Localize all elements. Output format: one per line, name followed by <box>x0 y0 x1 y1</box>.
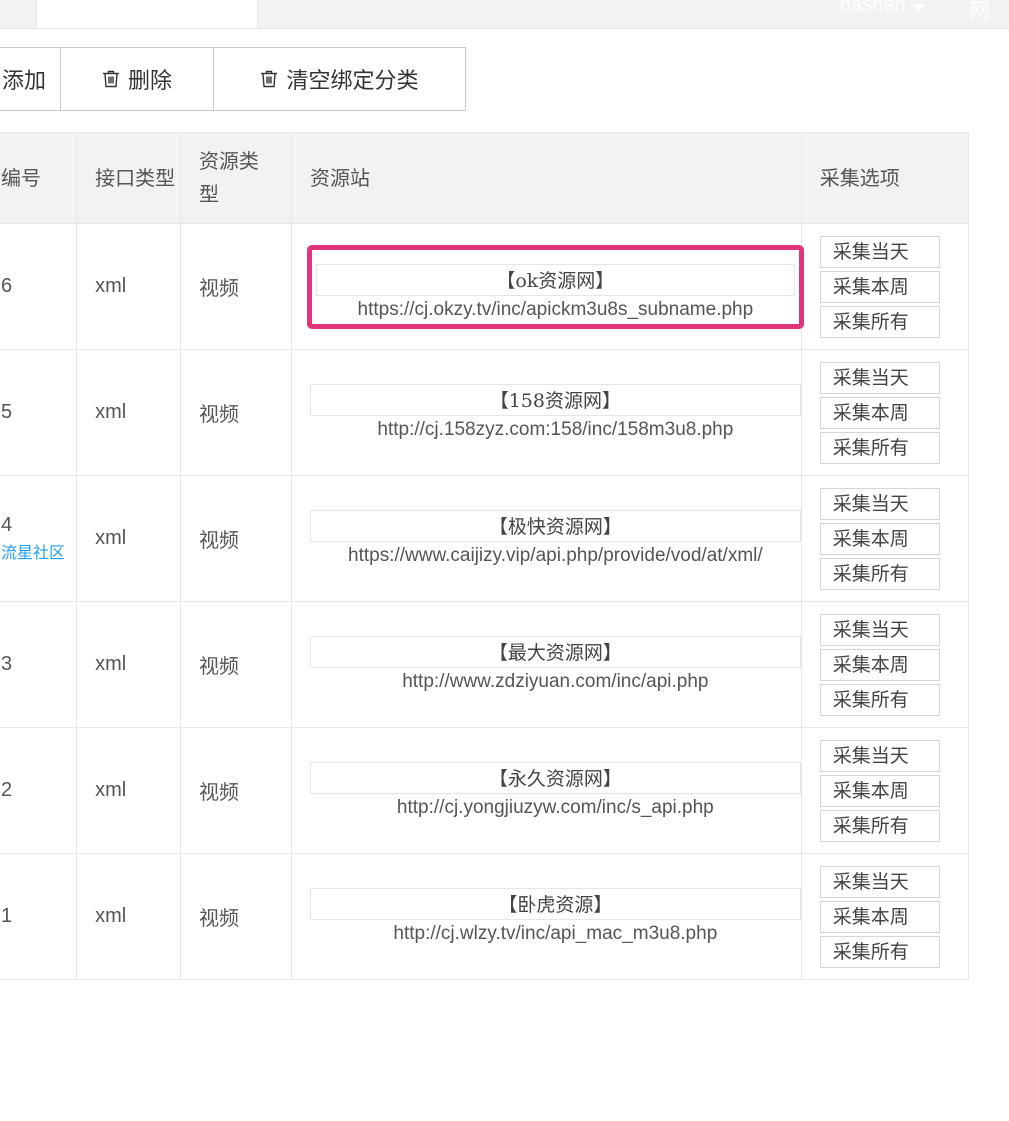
username[interactable]: dashen <box>840 0 906 17</box>
collect-option-button[interactable]: 采集所有 <box>819 683 940 716</box>
resource-site-cell: 【最大资源网】 http://www.zdziyuan.com/inc/api.p… <box>290 601 802 728</box>
header-resource-site: 资源站 <box>290 132 802 224</box>
row-id: 1 <box>1 905 13 927</box>
api-type-cell: xml <box>76 223 181 350</box>
collect-option-button[interactable]: 采集所有 <box>819 935 940 968</box>
trash-icon <box>261 70 278 88</box>
api-type-cell: xml <box>76 349 181 476</box>
collect-options-cell: 采集当天 采集本周 采集所有 <box>800 223 970 350</box>
site-url: http://cj.yongjiuzyw.com/inc/s_api.php <box>396 796 714 818</box>
resource-site-cell: 【卧虎资源】 http://cj.wlzy.tv/inc/api_mac_m3u8… <box>290 853 802 980</box>
delete-button[interactable]: 删除 <box>60 47 214 111</box>
collect-option-button[interactable]: 采集本周 <box>819 270 940 303</box>
collect-option-button[interactable]: 采集当天 <box>819 613 940 646</box>
collect-option-button[interactable]: 采集所有 <box>819 431 940 464</box>
collect-options-cell: 采集当天 采集本周 采集所有 <box>800 853 970 980</box>
collect-options-cell: 采集当天 采集本周 采集所有 <box>800 601 970 728</box>
collect-options-cell: 采集当天 采集本周 采集所有 <box>800 727 970 854</box>
site-link[interactable]: 网站 <box>970 0 1009 52</box>
collect-option-button[interactable]: 采集所有 <box>819 557 940 590</box>
clear-binding-button-label: 清空绑定分类 <box>286 69 419 94</box>
active-tab[interactable] <box>36 0 258 28</box>
site-name[interactable]: 【158资源网】 <box>309 383 801 416</box>
collect-option-button[interactable]: 采集所有 <box>819 809 940 842</box>
table-row: 5 xml 视频 【158资源网】 http://cj.158zyz.com:158/i… <box>0 349 970 476</box>
site-name[interactable]: 【永久资源网】 <box>309 761 801 794</box>
collect-options-cell: 采集当天 采集本周 采集所有 <box>800 475 970 602</box>
site-url: http://cj.158zyz.com:158/inc/158m3u8.php <box>377 418 734 440</box>
api-type-cell: xml <box>76 727 181 854</box>
clear-binding-button[interactable]: 清空绑定分类 <box>213 47 466 111</box>
trash-icon <box>102 70 119 88</box>
resource-site-cell: 【ok资源网】 https://cj.okzy.tv/inc/apickm3u8s… <box>290 223 804 350</box>
table-header-row: 编号 接口类型 资源类型 资源站 采集选项 <box>0 132 970 224</box>
row-id: 5 <box>1 401 13 423</box>
collect-option-button[interactable]: 采集本周 <box>819 648 940 681</box>
site-name[interactable]: 【ok资源网】 <box>315 263 795 296</box>
header-collect-options: 采集选项 <box>800 132 970 224</box>
chevron-down-icon[interactable] <box>911 3 926 12</box>
api-type-cell: xml <box>76 853 181 980</box>
resource-type-cell: 视频 <box>179 601 292 728</box>
resource-type-cell: 视频 <box>179 223 292 350</box>
resource-type-cell: 视频 <box>179 853 292 980</box>
collect-option-button[interactable]: 采集当天 <box>819 865 940 898</box>
highlight-box: 【ok资源网】 https://cj.okzy.tv/inc/apickm3u8s… <box>306 244 804 329</box>
row-sub-link[interactable]: 流星社区 <box>1 539 76 563</box>
delete-button-label: 删除 <box>127 69 172 94</box>
api-type-cell: xml <box>76 601 181 728</box>
resource-site-cell: 【极快资源网】 https://www.caijizy.vip/api.php/p… <box>290 475 802 602</box>
resource-table: 编号 接口类型 资源类型 资源站 采集选项 6 xml 视频 【ok资源网】 https… <box>0 132 970 980</box>
resource-site-cell: 【永久资源网】 http://cj.yongjiuzyw.com/inc/s_ap… <box>290 727 802 854</box>
collect-option-button[interactable]: 采集本周 <box>819 774 940 807</box>
table-row: 1 xml 视频 【卧虎资源】 http://cj.wlzy.tv/inc/api_ma… <box>0 853 970 980</box>
add-button[interactable]: 添加 <box>0 47 61 111</box>
top-bar: dashen 网站 <box>0 0 1009 51</box>
collect-option-button[interactable]: 采集本周 <box>819 396 940 429</box>
table-row: 6 xml 视频 【ok资源网】 https://cj.okzy.tv/inc/apic… <box>0 223 970 350</box>
collect-option-button[interactable]: 采集当天 <box>819 235 940 268</box>
site-name[interactable]: 【卧虎资源】 <box>309 887 801 920</box>
site-name[interactable]: 【最大资源网】 <box>309 635 801 668</box>
resource-type-cell: 视频 <box>179 727 292 854</box>
row-id-cell: 2 <box>0 727 78 854</box>
site-url: https://cj.okzy.tv/inc/apickm3u8s_subnam… <box>357 298 754 320</box>
row-id: 3 <box>1 653 13 675</box>
table-row: 3 xml 视频 【最大资源网】 http://www.zdziyuan.com/inc… <box>0 601 970 728</box>
collect-option-button[interactable]: 采集所有 <box>819 305 940 338</box>
row-id-cell: 5 <box>0 349 78 476</box>
table-row: 4 流星社区 xml 视频 【极快资源网】 https://www.caijizy.vip… <box>0 475 970 602</box>
header-resource-type: 资源类型 <box>179 132 292 224</box>
collect-option-button[interactable]: 采集本周 <box>819 900 940 933</box>
add-button-label: 添加 <box>1 69 46 94</box>
collect-option-button[interactable]: 采集本周 <box>819 522 940 555</box>
site-name[interactable]: 【极快资源网】 <box>309 509 801 542</box>
header-id: 编号 <box>0 132 78 224</box>
site-url: http://cj.wlzy.tv/inc/api_mac_m3u8.php <box>393 922 718 944</box>
collect-option-button[interactable]: 采集当天 <box>819 739 940 772</box>
resource-type-cell: 视频 <box>179 475 292 602</box>
header-api-type: 接口类型 <box>76 132 181 224</box>
user-menu[interactable]: dashen <box>840 0 926 17</box>
collect-option-button[interactable]: 采集当天 <box>819 487 940 520</box>
api-type-cell: xml <box>76 475 181 602</box>
row-id-cell: 6 <box>0 223 78 350</box>
row-id-cell: 1 <box>0 853 78 980</box>
resource-site-cell: 【158资源网】 http://cj.158zyz.com:158/inc/158… <box>290 349 802 476</box>
row-id-cell: 3 <box>0 601 78 728</box>
toolbar: 添加 删除 清空绑定分类 <box>0 47 466 111</box>
resource-type-cell: 视频 <box>179 349 292 476</box>
row-id: 6 <box>1 275 13 297</box>
site-url: https://www.caijizy.vip/api.php/provide/… <box>348 544 763 566</box>
row-id-cell: 4 流星社区 <box>0 475 78 602</box>
row-id: 2 <box>1 779 13 801</box>
row-id: 4 <box>1 514 13 536</box>
collect-option-button[interactable]: 采集当天 <box>819 361 940 394</box>
site-url: http://www.zdziyuan.com/inc/api.php <box>402 670 709 692</box>
table-row: 2 xml 视频 【永久资源网】 http://cj.yongjiuzyw.com/in… <box>0 727 970 854</box>
collect-options-cell: 采集当天 采集本周 采集所有 <box>800 349 970 476</box>
